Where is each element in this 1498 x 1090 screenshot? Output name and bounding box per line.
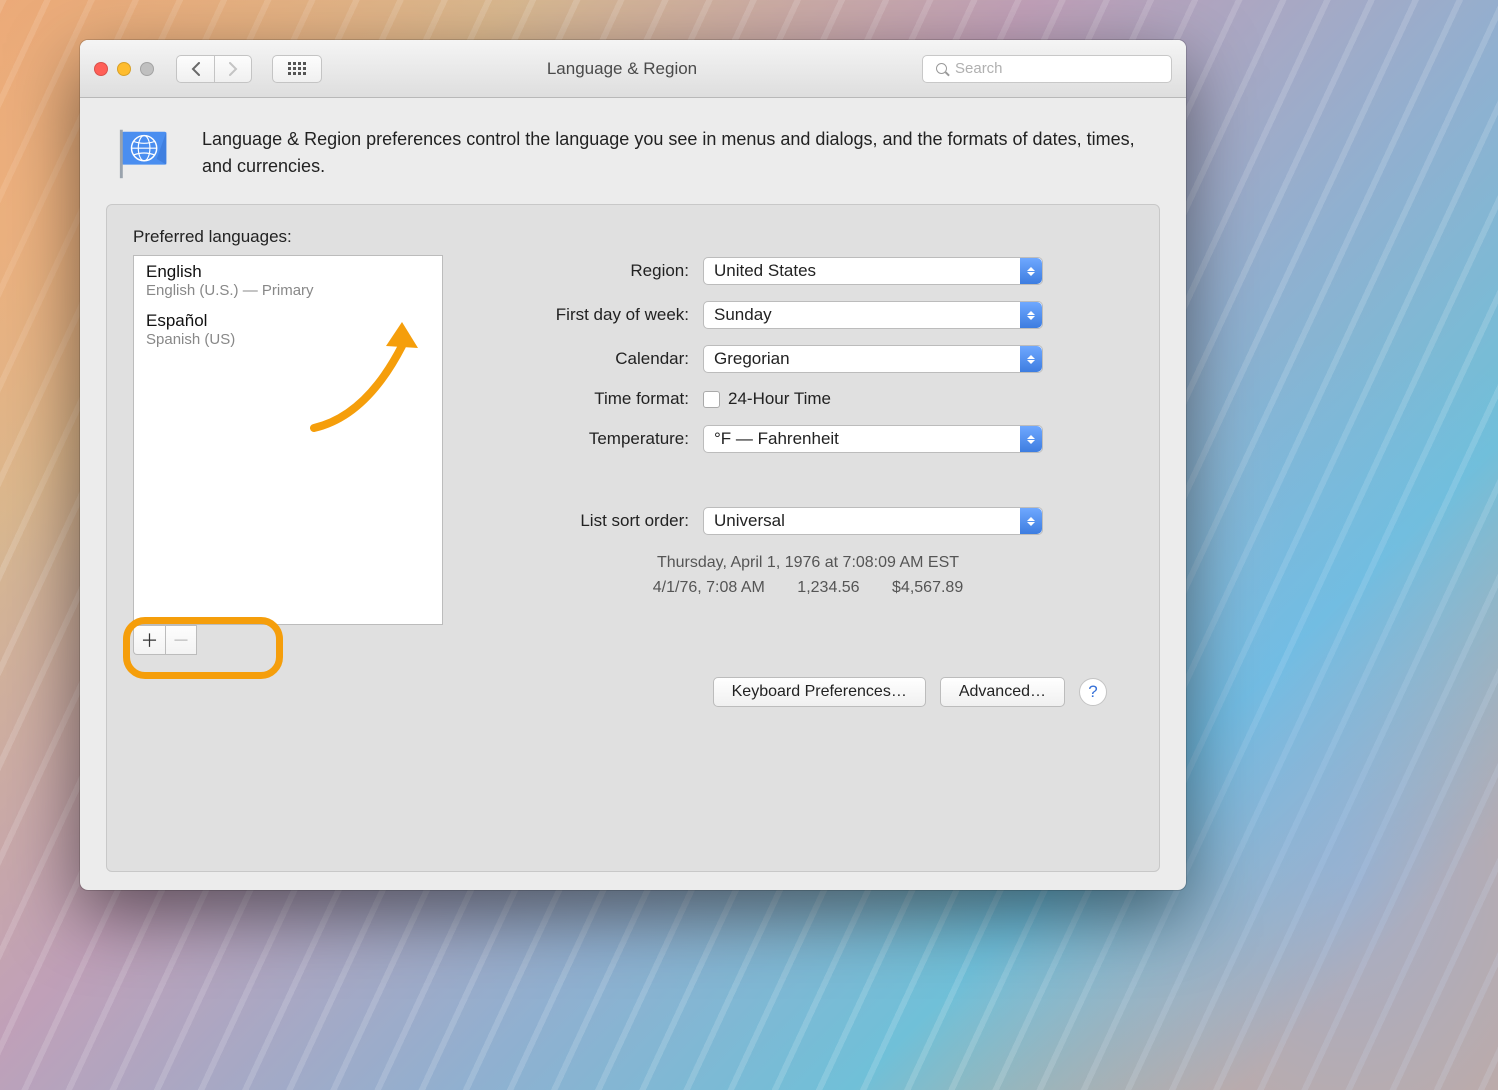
- time-format-checkbox[interactable]: [703, 391, 720, 408]
- zoom-button[interactable]: [140, 62, 154, 76]
- minimize-button[interactable]: [117, 62, 131, 76]
- region-label: Region:: [483, 261, 703, 281]
- preview-currency: $4,567.89: [892, 579, 963, 596]
- search-field-wrap: [922, 55, 1172, 83]
- button-label: Keyboard Preferences…: [732, 683, 907, 701]
- list-item[interactable]: English English (U.S.) — Primary: [134, 256, 442, 305]
- temperature-value: °F — Fahrenheit: [714, 429, 839, 449]
- list-item[interactable]: Español Spanish (US): [134, 305, 442, 354]
- calendar-value: Gregorian: [714, 349, 790, 369]
- chevron-left-icon: [191, 62, 201, 76]
- chevron-updown-icon: [1020, 302, 1042, 328]
- grid-icon: [288, 62, 306, 75]
- sort-order-value: Universal: [714, 511, 785, 531]
- chevron-updown-icon: [1020, 508, 1042, 534]
- show-all-button[interactable]: [272, 55, 322, 83]
- language-name: English: [146, 262, 430, 282]
- plus-icon: ＋: [141, 627, 159, 653]
- question-icon: ?: [1088, 682, 1097, 702]
- time-format-label: Time format:: [483, 389, 703, 409]
- preferences-window: Language & Region Language & Region pref…: [80, 40, 1186, 890]
- first-day-label: First day of week:: [483, 305, 703, 325]
- preview-short-date: 4/1/76, 7:08 AM: [653, 579, 765, 596]
- minus-icon: －: [172, 627, 190, 653]
- add-remove-buttons: ＋ －: [133, 625, 443, 655]
- help-button[interactable]: ?: [1079, 678, 1107, 706]
- first-day-select[interactable]: Sunday: [703, 301, 1043, 329]
- button-label: Advanced…: [959, 683, 1046, 701]
- settings-panel: Preferred languages: English English (U.…: [106, 204, 1160, 872]
- temperature-label: Temperature:: [483, 429, 703, 449]
- back-button[interactable]: [176, 55, 214, 83]
- titlebar: Language & Region: [80, 40, 1186, 98]
- sort-order-select[interactable]: Universal: [703, 507, 1043, 535]
- chevron-updown-icon: [1020, 426, 1042, 452]
- footer-buttons: Keyboard Preferences… Advanced… ?: [133, 661, 1133, 707]
- preview-long-date: Thursday, April 1, 1976 at 7:08:09 AM ES…: [483, 551, 1133, 576]
- keyboard-preferences-button[interactable]: Keyboard Preferences…: [713, 677, 926, 707]
- forward-button[interactable]: [214, 55, 252, 83]
- calendar-label: Calendar:: [483, 349, 703, 369]
- languages-column: Preferred languages: English English (U.…: [133, 227, 443, 655]
- region-value: United States: [714, 261, 816, 281]
- language-name: Español: [146, 311, 430, 331]
- sort-order-label: List sort order:: [483, 511, 703, 531]
- chevron-updown-icon: [1020, 258, 1042, 284]
- region-select[interactable]: United States: [703, 257, 1043, 285]
- language-subtitle: English (U.S.) — Primary: [146, 282, 430, 299]
- chevron-updown-icon: [1020, 346, 1042, 372]
- close-button[interactable]: [94, 62, 108, 76]
- calendar-select[interactable]: Gregorian: [703, 345, 1043, 373]
- language-subtitle: Spanish (US): [146, 331, 430, 348]
- remove-language-button[interactable]: －: [165, 625, 197, 655]
- header-row: Language & Region preferences control th…: [80, 98, 1186, 204]
- add-language-button[interactable]: ＋: [133, 625, 165, 655]
- first-day-value: Sunday: [714, 305, 772, 325]
- temperature-select[interactable]: °F — Fahrenheit: [703, 425, 1043, 453]
- preferred-languages-label: Preferred languages:: [133, 227, 443, 247]
- search-input[interactable]: [922, 55, 1172, 83]
- languages-list[interactable]: English English (U.S.) — Primary Español…: [133, 255, 443, 625]
- window-title: Language & Region: [332, 59, 912, 79]
- advanced-button[interactable]: Advanced…: [940, 677, 1065, 707]
- nav-buttons: [176, 55, 252, 83]
- traffic-lights: [94, 62, 154, 76]
- globe-flag-icon: [116, 122, 178, 184]
- preview-number: 1,234.56: [797, 579, 859, 596]
- time-format-checkbox-label: 24-Hour Time: [728, 389, 831, 409]
- header-description: Language & Region preferences control th…: [202, 126, 1150, 180]
- settings-column: Region: United States First day of week:…: [483, 227, 1133, 655]
- format-preview: Thursday, April 1, 1976 at 7:08:09 AM ES…: [483, 551, 1133, 601]
- chevron-right-icon: [228, 62, 238, 76]
